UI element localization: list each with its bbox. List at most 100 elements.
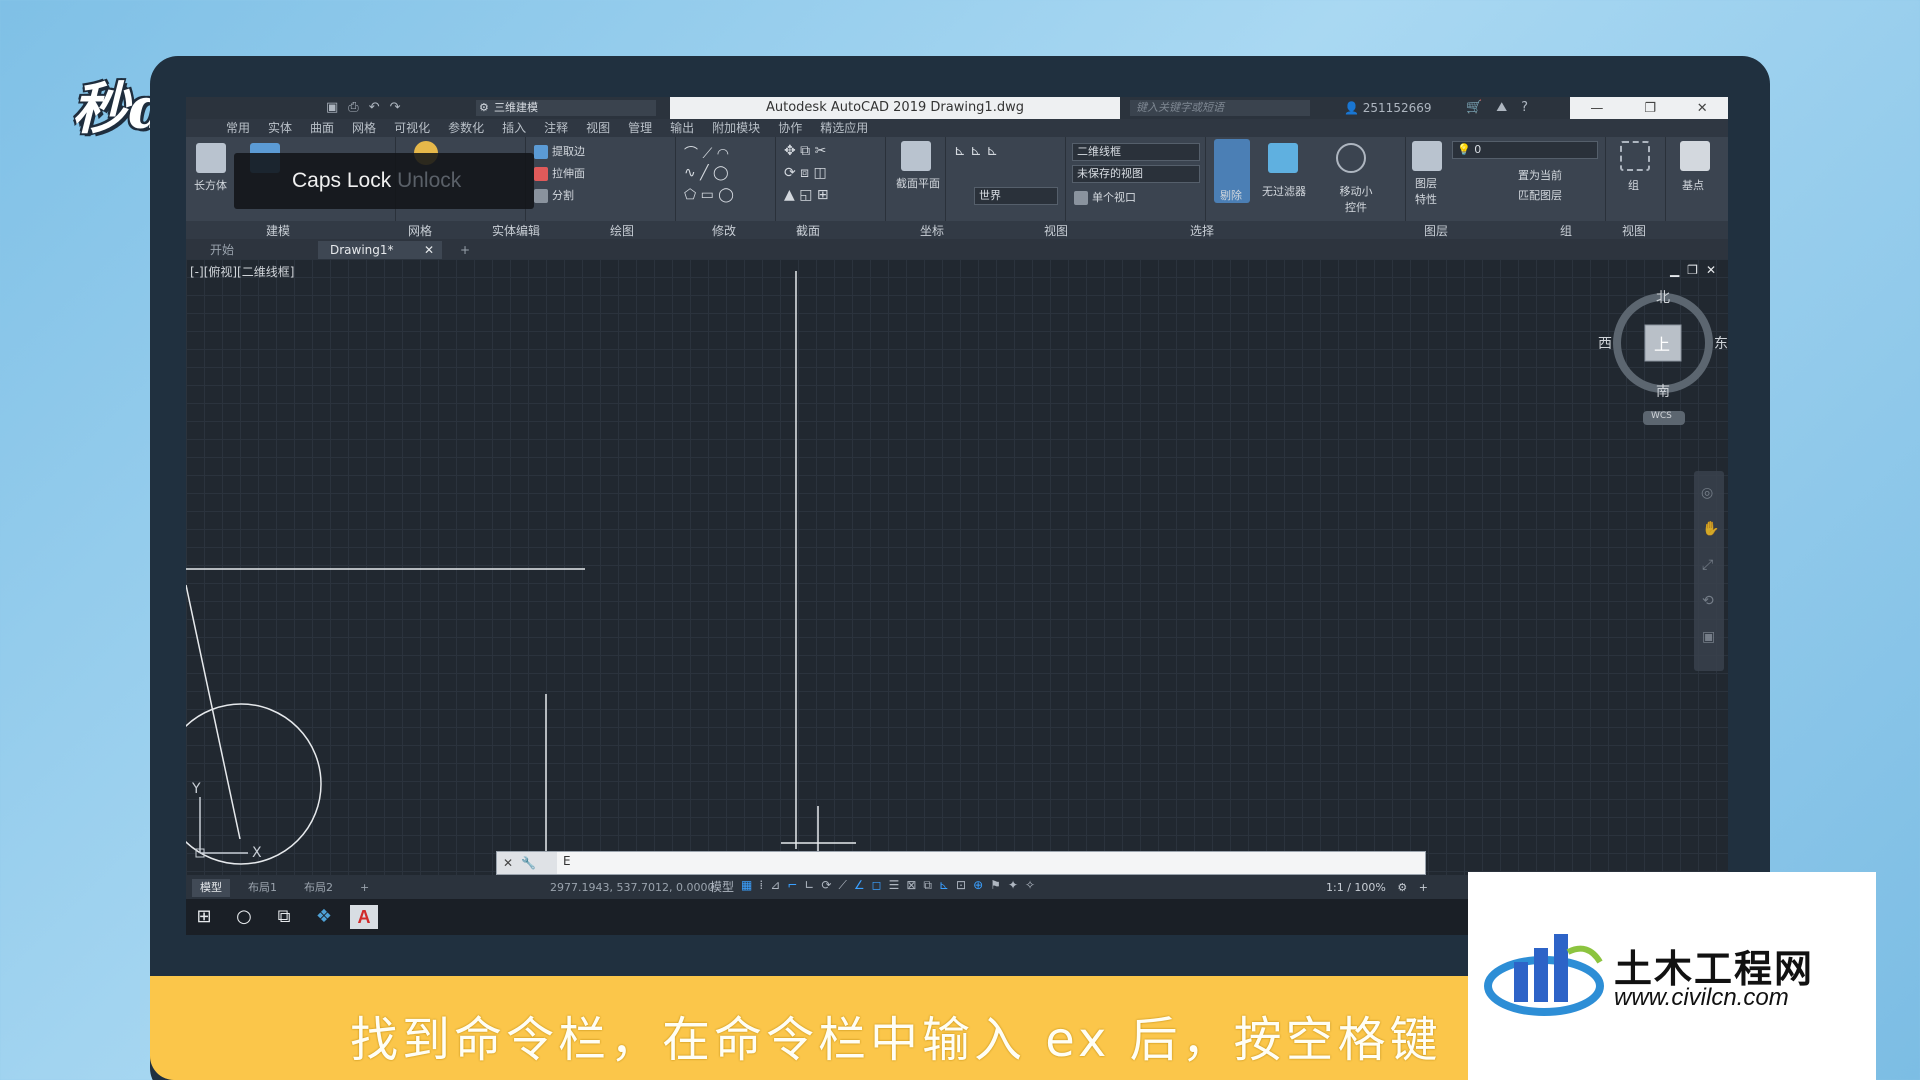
close-icon[interactable]: ✕ — [1697, 101, 1708, 116]
panel-label-solid-editing[interactable]: 实体编辑 — [492, 222, 540, 239]
selection-cycling-icon[interactable]: ⧉ — [923, 878, 932, 895]
workspace-dropdown[interactable]: ⚙ 三维建模 — [476, 100, 656, 116]
settings-gear-icon[interactable]: ⚙ — [1397, 881, 1407, 894]
tab-output[interactable]: 输出 — [670, 119, 694, 137]
pan-icon[interactable]: ✋ — [1702, 521, 1719, 537]
base-point-icon[interactable] — [1680, 141, 1710, 171]
move-icon[interactable]: ✥ ⧉ ✂ — [784, 143, 826, 159]
ucs-world-dropdown[interactable]: 世界 — [974, 187, 1058, 205]
rotate-icon[interactable]: ⟳ ⧈ ◫ — [784, 165, 827, 181]
command-input[interactable]: E — [563, 854, 571, 868]
panel-label-modeling[interactable]: 建模 — [266, 222, 290, 239]
annotation-visibility-icon[interactable]: ✦ — [1008, 878, 1018, 895]
isodraft-icon[interactable]: ⟋ — [838, 878, 846, 895]
extract-edges-button[interactable]: 提取边 — [534, 143, 585, 159]
compass-west[interactable]: 西 — [1598, 333, 1612, 353]
search-input[interactable]: 键入关键字或短语 — [1130, 100, 1310, 116]
redo-icon[interactable]: ↷ — [390, 100, 401, 115]
app-icon[interactable]: ❖ — [310, 905, 338, 929]
snap-icon[interactable]: ⁞ — [759, 878, 763, 895]
tab-surface[interactable]: 曲面 — [310, 119, 334, 137]
tab-mesh[interactable]: 网格 — [352, 119, 376, 137]
cart-icon[interactable]: 🛒 — [1466, 100, 1482, 115]
panel-label-groups[interactable]: 组 — [1560, 222, 1572, 239]
compass-north[interactable]: 北 — [1656, 287, 1670, 307]
lineweight-icon[interactable]: ☰ — [889, 878, 900, 895]
wrench-icon[interactable]: 🔧 — [521, 856, 536, 870]
panel-label-draw[interactable]: 绘图 — [610, 222, 634, 239]
scale-icon[interactable]: ▲ ◱ ⊞ — [784, 187, 829, 203]
layer-dropdown[interactable]: 💡 0 — [1452, 141, 1598, 159]
orbit-icon[interactable]: ⟲ — [1702, 593, 1714, 609]
selection-filter-icon[interactable]: ⊕ — [973, 878, 983, 895]
a360-icon[interactable]: ⛰ — [1496, 100, 1507, 115]
infer-constraints-icon[interactable]: ⊿ — [770, 878, 780, 895]
circle[interactable] — [186, 703, 322, 865]
command-line[interactable]: ✕ 🔧 E — [496, 851, 1426, 875]
customize-plus-icon[interactable]: + — [1419, 881, 1428, 894]
panel-label-view[interactable]: 视图 — [1044, 222, 1068, 239]
named-view-dropdown[interactable]: 未保存的视图 — [1072, 165, 1200, 183]
task-view-icon[interactable]: ⧉ — [270, 905, 298, 929]
transparency-icon[interactable]: ⊠ — [906, 878, 916, 895]
help-icon[interactable]: ? — [1521, 100, 1528, 115]
drawing-viewport[interactable]: [-][俯视][二维线框] ▁ ❐ ✕ Y X 北 南 西 东 上 WCS ◎ … — [186, 259, 1728, 875]
object-snap-tracking-icon[interactable]: ∠ — [854, 878, 865, 895]
gizmo-icon[interactable]: ⚑ — [990, 878, 1001, 895]
restore-icon[interactable]: ❐ — [1644, 101, 1656, 116]
gizmo-icon[interactable] — [1336, 143, 1366, 173]
zoom-icon[interactable]: ⤢ — [1702, 557, 1713, 573]
ortho-icon[interactable]: ∟ — [804, 878, 814, 895]
visual-style-dropdown[interactable]: 二维线框 — [1072, 143, 1200, 161]
match-layer-button[interactable]: 匹配图层 — [1518, 187, 1562, 203]
model-space-toggle[interactable]: 模型 — [710, 878, 734, 895]
save-icon[interactable]: ▣ — [326, 100, 338, 115]
dynamic-ucs-icon[interactable]: ⊡ — [956, 878, 966, 895]
object-snap-icon[interactable]: ◻ — [872, 878, 882, 895]
wcs-menu[interactable]: WCS — [1651, 411, 1672, 421]
group-icon[interactable] — [1620, 141, 1650, 171]
polyline-icon[interactable]: ⌒ ⟋ ◠ — [684, 143, 729, 163]
close-tab-icon[interactable]: ✕ — [424, 241, 434, 259]
separate-button[interactable]: 分割 — [534, 187, 574, 203]
viewcube[interactable]: 北 南 西 东 上 WCS — [1598, 287, 1728, 437]
slanted-line[interactable] — [186, 584, 241, 840]
print-icon[interactable]: ⎙ — [348, 100, 358, 115]
windows-start-icon[interactable]: ⊞ — [190, 905, 218, 929]
tab-visualize[interactable]: 可视化 — [394, 119, 430, 137]
close-icon[interactable]: ✕ — [503, 856, 513, 870]
user-account[interactable]: 👤 251152669 — [1344, 101, 1432, 115]
auto-scale-icon[interactable]: ✧ — [1025, 878, 1035, 895]
tab-home[interactable]: 常用 — [226, 119, 250, 137]
viewport-config-button[interactable]: 单个视口 — [1074, 189, 1136, 205]
line-icon[interactable]: ∿ ╱ ◯ — [684, 165, 729, 181]
panel-label-modify[interactable]: 修改 — [712, 222, 736, 239]
autocad-icon[interactable]: A — [350, 905, 378, 929]
section-plane-icon[interactable] — [901, 141, 931, 171]
tab-drawing1[interactable]: Drawing1* ✕ — [318, 241, 442, 259]
box-icon[interactable] — [196, 143, 226, 173]
tab-addins[interactable]: 附加模块 — [712, 119, 760, 137]
3d-osnap-icon[interactable]: ⊾ — [939, 878, 949, 895]
tab-start[interactable]: 开始 — [198, 241, 246, 259]
tab-model[interactable]: 模型 — [192, 879, 230, 897]
new-tab-button[interactable]: + — [448, 241, 482, 259]
panel-label-selection[interactable]: 选择 — [1190, 222, 1214, 239]
panel-label-coordinates[interactable]: 坐标 — [920, 222, 944, 239]
tab-insert[interactable]: 插入 — [502, 119, 526, 137]
compass-east[interactable]: 东 — [1714, 333, 1728, 353]
cortana-icon[interactable]: ○ — [230, 905, 258, 929]
tab-layout2[interactable]: 布局2 — [296, 879, 341, 897]
tab-view[interactable]: 视图 — [586, 119, 610, 137]
extrude-face-button[interactable]: 拉伸面 — [534, 165, 585, 181]
annotation-scale[interactable]: 1:1 / 100% ⚙ + — [1326, 881, 1428, 894]
tab-solid[interactable]: 实体 — [268, 119, 292, 137]
panel-label-layers[interactable]: 图层 — [1424, 222, 1448, 239]
dynamic-input-icon[interactable]: ⌐ — [787, 878, 797, 895]
compass-south[interactable]: 南 — [1656, 381, 1670, 401]
cursor-coordinates[interactable]: 2977.1943, 537.7012, 0.0000 — [550, 881, 714, 894]
undo-icon[interactable]: ↶ — [369, 100, 380, 115]
viewcube-top-face[interactable]: 上 — [1654, 331, 1670, 355]
tab-collaborate[interactable]: 协作 — [778, 119, 802, 137]
panel-label-mesh[interactable]: 网格 — [408, 222, 432, 239]
